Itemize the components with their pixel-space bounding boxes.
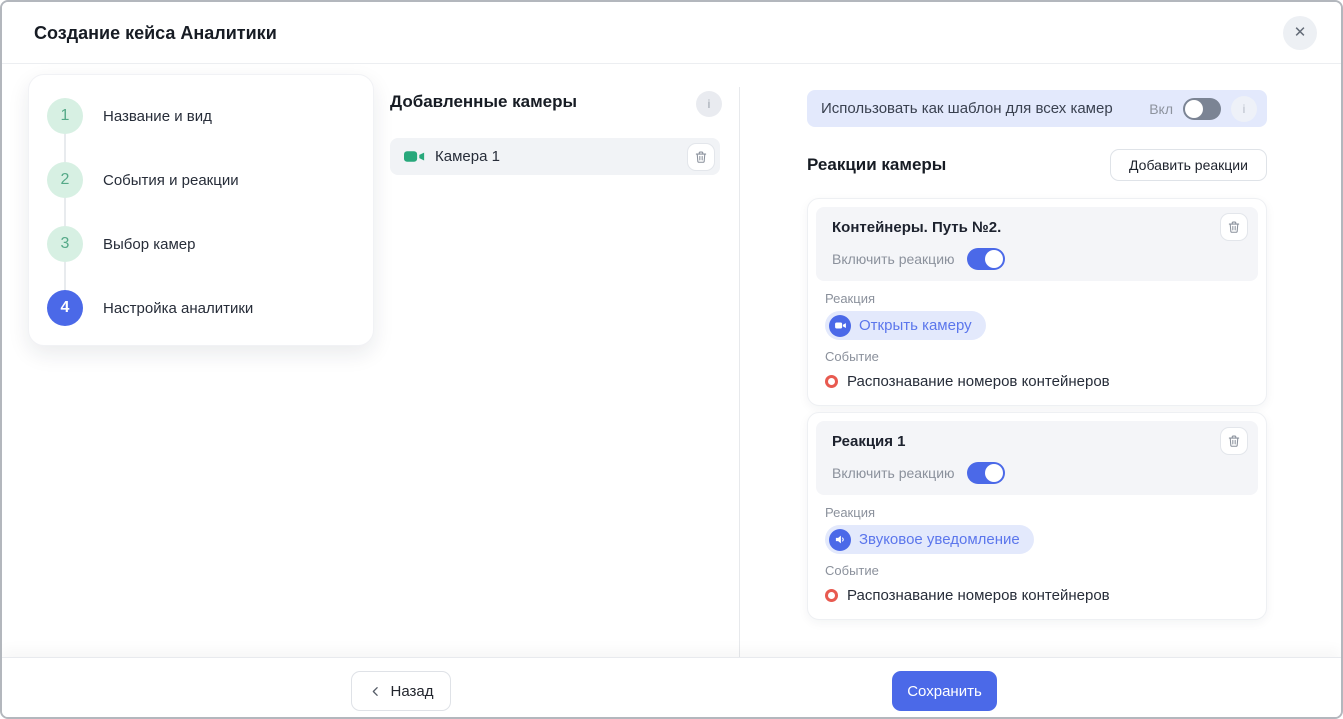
reaction-title: Контейнеры. Путь №2. xyxy=(832,219,1002,236)
toggle-knob xyxy=(1185,99,1203,118)
step-indicator: 2 xyxy=(47,162,83,198)
delete-camera-button[interactable] xyxy=(687,142,715,171)
event-row: Распознавание номеров контейнеров xyxy=(825,373,1250,390)
enable-reaction-toggle[interactable] xyxy=(966,462,1005,484)
toggle-knob xyxy=(984,464,1003,482)
reaction-title: Реакция 1 xyxy=(832,433,906,450)
back-button[interactable]: Назад xyxy=(351,671,451,711)
enable-reaction-row: Включить реакцию xyxy=(832,248,1248,270)
use-as-template-banner: Использовать как шаблон для всех камер В… xyxy=(807,90,1267,127)
delete-reaction-button[interactable] xyxy=(1220,427,1248,455)
wizard-step-4-active[interactable]: 4 Настройка аналитики xyxy=(47,290,355,326)
template-toggle[interactable] xyxy=(1183,97,1221,120)
reaction-section-label: Реакция xyxy=(825,505,875,520)
step-indicator: 1 xyxy=(47,98,83,134)
wizard-step-2[interactable]: 2 События и реакции xyxy=(47,162,355,198)
save-button[interactable]: Сохранить xyxy=(892,671,997,711)
trash-icon xyxy=(694,150,708,164)
step-connector xyxy=(64,198,66,226)
enable-reaction-label: Включить реакцию xyxy=(832,465,955,481)
cameras-info-button[interactable]: i xyxy=(696,91,722,117)
event-section-label: Событие xyxy=(825,349,879,364)
step-indicator: 4 xyxy=(47,290,83,326)
reaction-card-header: Реакция 1 Включить реакцию xyxy=(816,421,1258,495)
info-icon: i xyxy=(1242,101,1246,116)
add-reactions-button[interactable]: Добавить реакции xyxy=(1110,149,1267,181)
step-indicator: 3 xyxy=(47,226,83,262)
reaction-card-header: Контейнеры. Путь №2. Включить реакцию xyxy=(816,207,1258,281)
template-banner-label: Использовать как шаблон для всех камер xyxy=(821,100,1113,117)
step-label: Название и вид xyxy=(103,107,212,125)
wizard-steps-card: 1 Название и вид 2 События и реакции 3 В… xyxy=(28,74,374,346)
step-connector xyxy=(64,134,66,162)
enable-reaction-label: Включить реакцию xyxy=(832,251,955,267)
reaction-chip[interactable]: Открыть камеру xyxy=(825,311,986,340)
step-label: Выбор камер xyxy=(103,235,196,253)
create-analytics-case-modal: Создание кейса Аналитики ✕ 1 Название и … xyxy=(0,0,1343,719)
wizard-step-3[interactable]: 3 Выбор камер xyxy=(47,226,355,262)
delete-reaction-button[interactable] xyxy=(1220,213,1248,241)
close-icon: ✕ xyxy=(1293,24,1307,41)
trash-icon xyxy=(1227,220,1241,234)
close-button[interactable]: ✕ xyxy=(1283,16,1317,50)
camera-icon xyxy=(829,314,851,337)
event-name: Распознавание номеров контейнеров xyxy=(847,587,1110,604)
camera-icon xyxy=(404,149,425,164)
modal-header: Создание кейса Аналитики ✕ xyxy=(2,2,1341,64)
event-row: Распознавание номеров контейнеров xyxy=(825,587,1250,604)
reaction-chip[interactable]: Звуковое уведомление xyxy=(825,525,1034,554)
back-button-label: Назад xyxy=(390,682,434,700)
reaction-chip-label: Звуковое уведомление xyxy=(859,531,1020,548)
camera-reactions-title: Реакции камеры xyxy=(807,155,947,174)
event-name: Распознавание номеров контейнеров xyxy=(847,373,1110,390)
speaker-icon xyxy=(829,528,851,551)
reaction-card: Контейнеры. Путь №2. Включить реакцию Ре… xyxy=(807,198,1267,406)
camera-list-item: Камера 1 xyxy=(390,138,720,175)
camera-name: Камера 1 xyxy=(435,148,500,165)
column-divider xyxy=(739,87,740,657)
enable-reaction-toggle[interactable] xyxy=(966,248,1005,270)
template-info-button[interactable]: i xyxy=(1231,95,1257,122)
step-connector xyxy=(64,262,66,290)
toggle-state-label: Вкл xyxy=(1149,100,1173,117)
toggle-knob xyxy=(984,250,1003,268)
step-label: События и реакции xyxy=(103,171,239,189)
event-section-label: Событие xyxy=(825,563,879,578)
enable-reaction-row: Включить реакцию xyxy=(832,462,1248,484)
modal-footer: Назад Сохранить xyxy=(2,657,1341,717)
event-icon xyxy=(825,589,838,602)
chevron-left-icon xyxy=(369,685,382,698)
wizard-step-1[interactable]: 1 Название и вид xyxy=(47,98,355,134)
reaction-card-body: Реакция Открыть камеру Событие Распознав… xyxy=(816,281,1258,390)
info-icon: i xyxy=(707,97,711,111)
page-title: Создание кейса Аналитики xyxy=(34,23,277,43)
trash-icon xyxy=(1227,434,1241,448)
added-cameras-title: Добавленные камеры xyxy=(390,92,578,111)
reaction-card: Реакция 1 Включить реакцию Реакция Звуко… xyxy=(807,412,1267,620)
reaction-chip-label: Открыть камеру xyxy=(859,317,972,334)
event-icon xyxy=(825,375,838,388)
reaction-card-body: Реакция Звуковое уведомление Событие Рас… xyxy=(816,495,1258,604)
step-label: Настройка аналитики xyxy=(103,299,254,317)
reaction-section-label: Реакция xyxy=(825,291,875,306)
